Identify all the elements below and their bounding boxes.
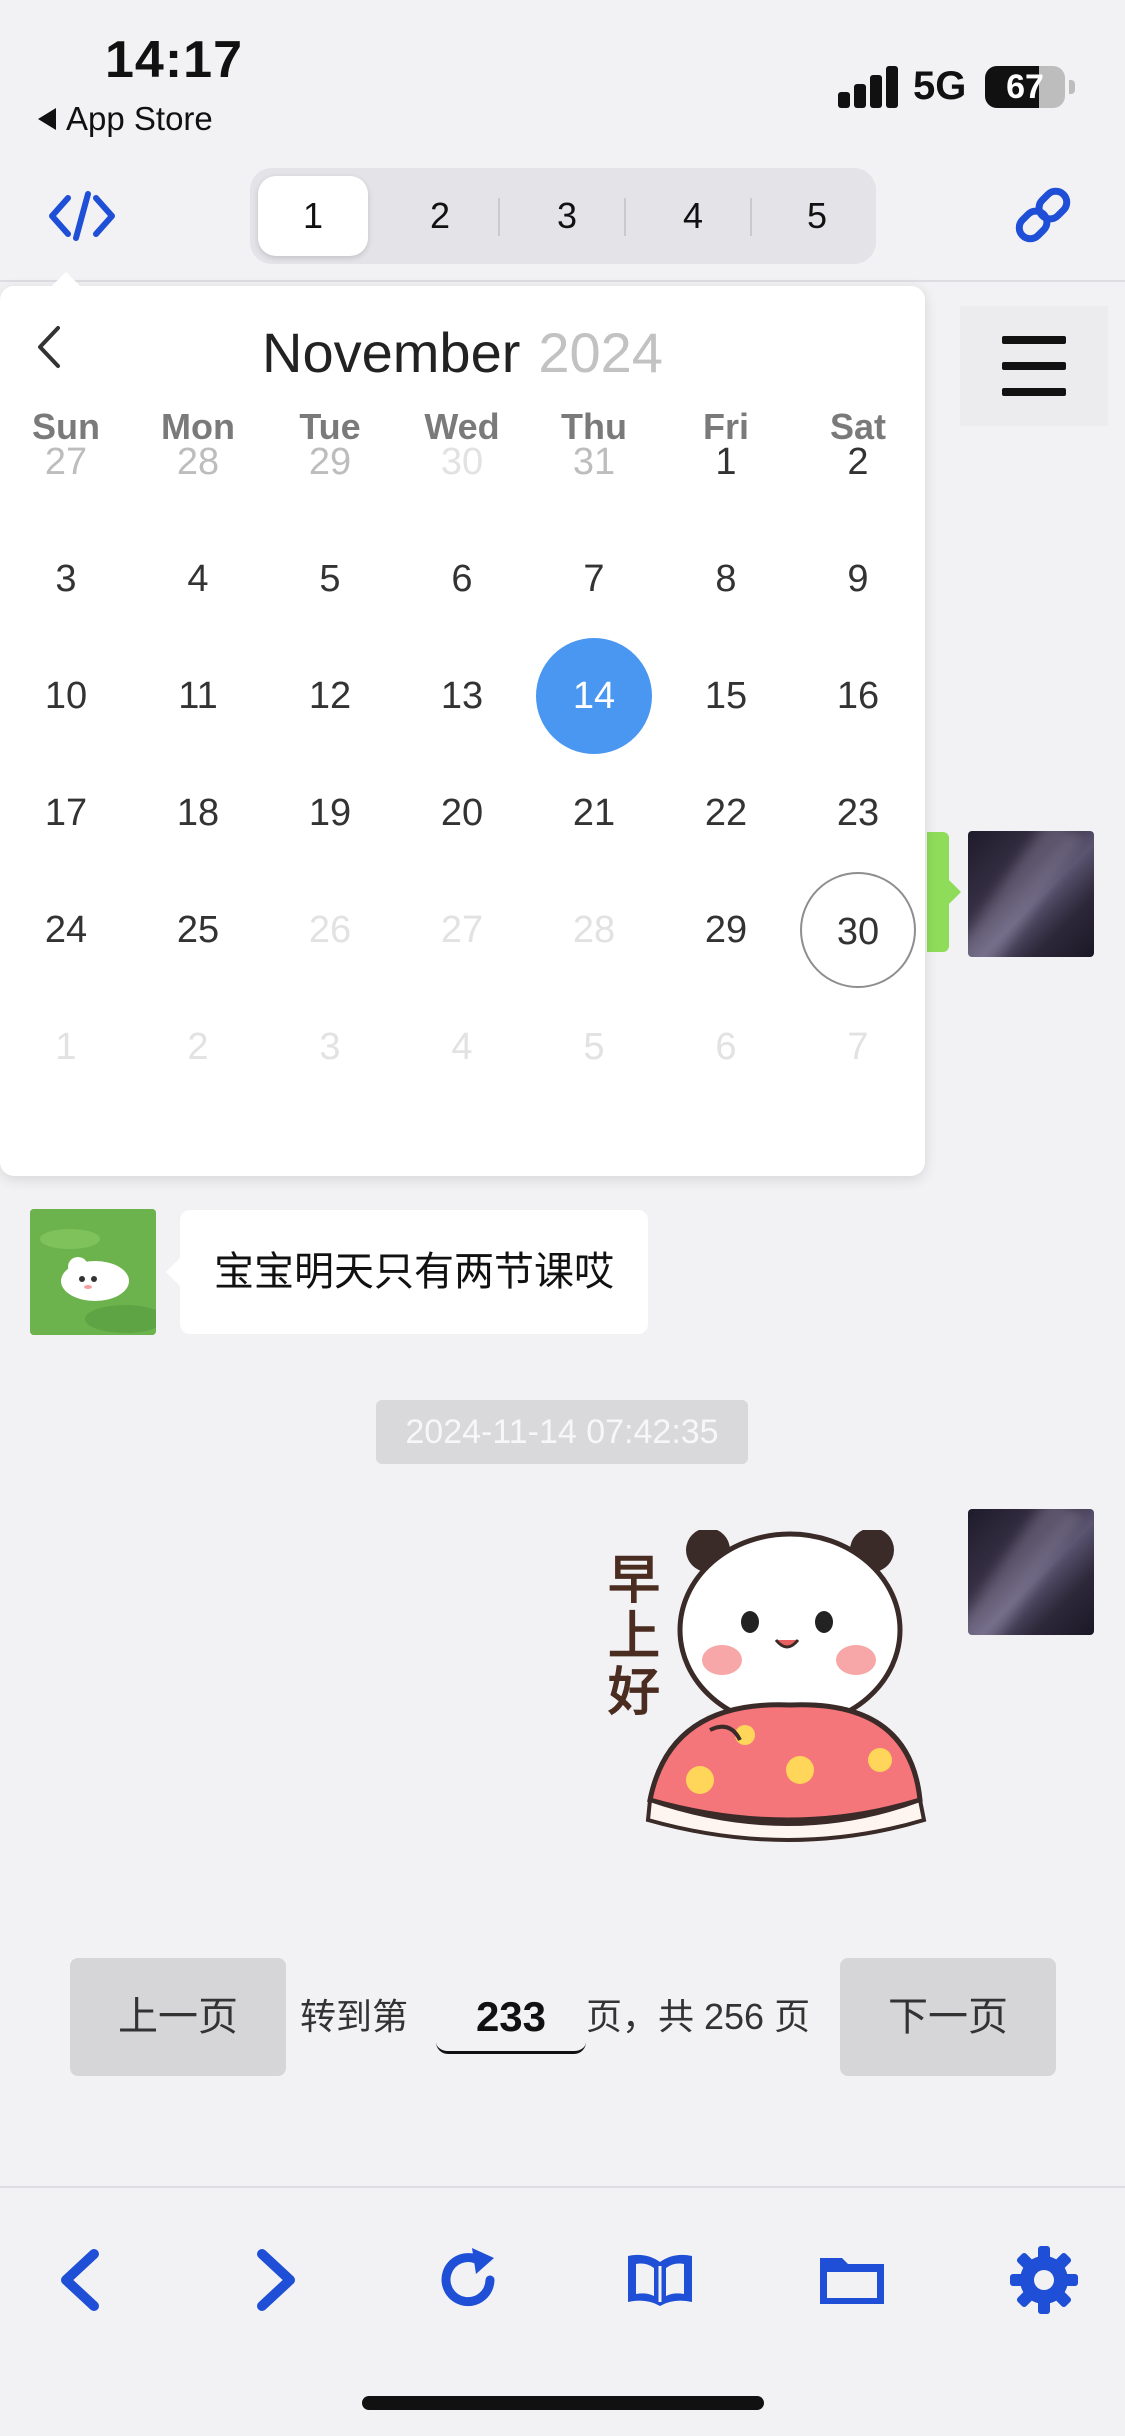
link-icon[interactable]: [1010, 182, 1076, 248]
received-message-bubble[interactable]: 宝宝明天只有两节课哎: [166, 1210, 648, 1334]
calendar-day-disabled: 2: [187, 1026, 209, 1068]
sticker-text-3: 好: [607, 1663, 660, 1723]
calendar-day[interactable]: 10: [8, 638, 124, 754]
date-picker-popup: November 2024 Sun Mon Tue Wed Thu Fri Sat 27 28 2…: [0, 271, 925, 1176]
calendar-day[interactable]: 20: [404, 755, 520, 871]
calendar-day-disabled: 3: [319, 1026, 341, 1068]
calendar-day[interactable]: 2: [800, 404, 916, 520]
calendar-day[interactable]: 16: [800, 638, 916, 754]
next-page-button[interactable]: 下一页: [840, 1958, 1056, 2076]
calendar-day[interactable]: 29: [668, 872, 784, 988]
self-avatar[interactable]: [968, 831, 1094, 957]
calendar-day-disabled: 6: [715, 1026, 737, 1068]
calendar-day[interactable]: 19: [272, 755, 388, 871]
forward-icon[interactable]: [234, 2240, 314, 2320]
calendar-day-other[interactable]: 27: [8, 404, 124, 520]
calendar-day[interactable]: 9: [800, 521, 916, 637]
contact-avatar[interactable]: [30, 1209, 156, 1335]
message-timestamp: 2024-11-14 07:42:35: [376, 1400, 748, 1464]
calendar-month[interactable]: November: [262, 321, 520, 384]
battery-level: 67: [1006, 68, 1044, 106]
tab-5[interactable]: 5: [762, 176, 872, 256]
calendar-day[interactable]: 1: [668, 404, 784, 520]
calendar-day[interactable]: 8: [668, 521, 784, 637]
back-icon[interactable]: [42, 2240, 122, 2320]
calendar-day-today[interactable]: 30: [800, 872, 916, 988]
self-avatar-2[interactable]: [968, 1509, 1094, 1635]
back-triangle-icon: [38, 108, 56, 130]
settings-icon[interactable]: [1004, 2240, 1084, 2320]
calendar-day-disabled: 30: [440, 441, 484, 483]
prev-page-button[interactable]: 上一页: [70, 1958, 286, 2076]
calendar-day[interactable]: 5: [272, 521, 388, 637]
calendar-day[interactable]: 22: [668, 755, 784, 871]
folder-icon[interactable]: [812, 2240, 892, 2320]
tab-4[interactable]: 4: [638, 176, 748, 256]
status-time: 14:17: [105, 31, 243, 89]
hamburger-menu-icon[interactable]: [960, 306, 1108, 426]
calendar-day-disabled: 26: [308, 909, 352, 951]
calendar-day[interactable]: 11: [140, 638, 256, 754]
sent-message-bubble-edge[interactable]: [927, 832, 961, 952]
calendar-day[interactable]: 24: [8, 872, 124, 988]
calendar-day[interactable]: 18: [140, 755, 256, 871]
page-tab-selector: 1 2 3 4 5: [250, 168, 876, 264]
calendar-day[interactable]: 15: [668, 638, 784, 754]
calendar-day-disabled: 27: [440, 909, 484, 951]
sticker-text-1: 早: [608, 1551, 660, 1611]
status-bar: 14:17 App Store 5G 67: [0, 0, 1125, 150]
calendar-day[interactable]: 21: [536, 755, 652, 871]
panda-morning-sticker[interactable]: 早 上 好: [590, 1528, 940, 1870]
calendar-day[interactable]: 23: [800, 755, 916, 871]
calendar-day[interactable]: 4: [140, 521, 256, 637]
calendar-year[interactable]: 2024: [538, 321, 663, 384]
calendar-day-other[interactable]: 31: [536, 404, 652, 520]
calendar-day-other[interactable]: 28: [140, 404, 256, 520]
home-indicator[interactable]: [362, 2396, 764, 2410]
tab-2[interactable]: 2: [385, 176, 495, 256]
calendar-day[interactable]: 6: [404, 521, 520, 637]
battery-icon: 67: [985, 66, 1075, 108]
calendar-day[interactable]: 7: [536, 521, 652, 637]
back-app-label: App Store: [66, 100, 213, 137]
network-type: 5G: [913, 64, 967, 108]
pagination-bar: 上一页 转到第 页，共 256 页 下一页: [0, 1940, 1125, 2186]
book-icon[interactable]: [620, 2240, 700, 2320]
goto-prefix-label: 转到第: [300, 1996, 409, 2037]
calendar-day-selected[interactable]: 14: [536, 638, 652, 754]
sticker-text-2: 上: [608, 1607, 660, 1667]
calendar-day[interactable]: 12: [272, 638, 388, 754]
refresh-icon[interactable]: [428, 2240, 508, 2320]
calendar-day[interactable]: 17: [8, 755, 124, 871]
calendar-day-disabled: 28: [572, 909, 616, 951]
calendar-day[interactable]: 25: [140, 872, 256, 988]
calendar-day-disabled: 4: [451, 1026, 473, 1068]
top-toolbar: 1 2 3 4 5: [0, 150, 1125, 282]
calendar-day-disabled: 7: [847, 1026, 869, 1068]
goto-suffix-label: 页，共 256 页: [586, 1996, 811, 2037]
cellular-signal-icon: [838, 66, 900, 108]
page-number-input[interactable]: [436, 1982, 586, 2054]
tab-1[interactable]: 1: [258, 176, 368, 256]
tab-3[interactable]: 3: [512, 176, 622, 256]
calendar-day[interactable]: 13: [404, 638, 520, 754]
calendar-day-disabled: 1: [55, 1026, 77, 1068]
calendar-day-disabled: 5: [583, 1026, 605, 1068]
calendar-day[interactable]: 3: [8, 521, 124, 637]
code-icon[interactable]: [48, 188, 116, 244]
back-to-app-store[interactable]: App Store: [38, 100, 213, 138]
calendar-day-other[interactable]: 29: [272, 404, 388, 520]
calendar-title: November 2024: [0, 320, 925, 385]
